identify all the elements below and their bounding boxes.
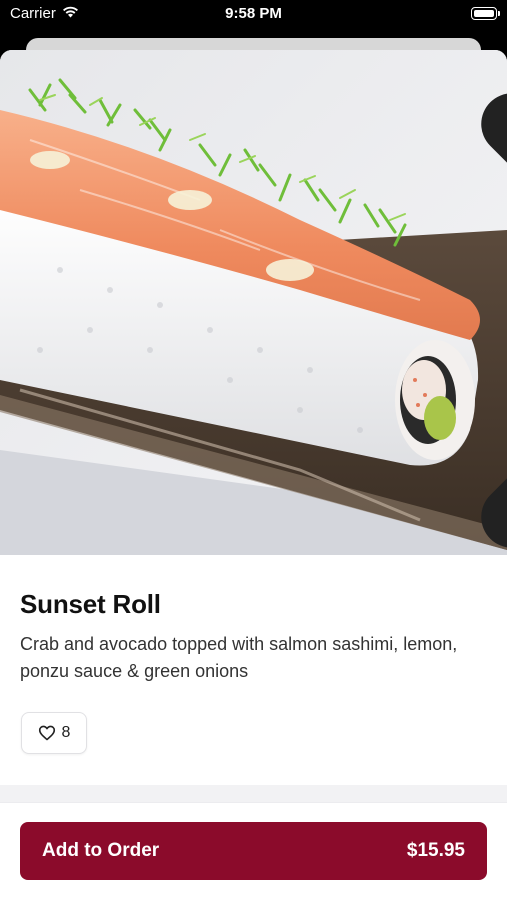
close-icon <box>481 93 507 548</box>
bottom-bar: Add to Order $15.95 <box>0 802 507 900</box>
like-count: 8 <box>61 724 71 741</box>
battery-icon <box>471 7 500 20</box>
status-bar: Carrier 9:58 PM <box>0 0 507 30</box>
add-to-order-label: Add to Order <box>42 840 160 861</box>
item-title: Sunset Roll <box>20 589 161 619</box>
close-button[interactable] <box>455 68 507 548</box>
order-price: $15.95 <box>406 840 465 861</box>
status-time: 9:58 PM <box>225 5 282 22</box>
add-to-order-button[interactable]: Add to Order $15.95 <box>20 822 487 880</box>
item-photo <box>0 50 507 555</box>
heart-outline-icon <box>38 725 55 741</box>
item-description: Crab and avocado topped with salmon sash… <box>20 634 458 681</box>
item-detail-sheet: Sunset Roll Crab and avocado topped with… <box>0 50 507 900</box>
item-details: Sunset Roll Crab and avocado topped with… <box>0 555 507 785</box>
like-button[interactable]: 8 <box>21 712 87 754</box>
sushi-image <box>0 50 507 555</box>
